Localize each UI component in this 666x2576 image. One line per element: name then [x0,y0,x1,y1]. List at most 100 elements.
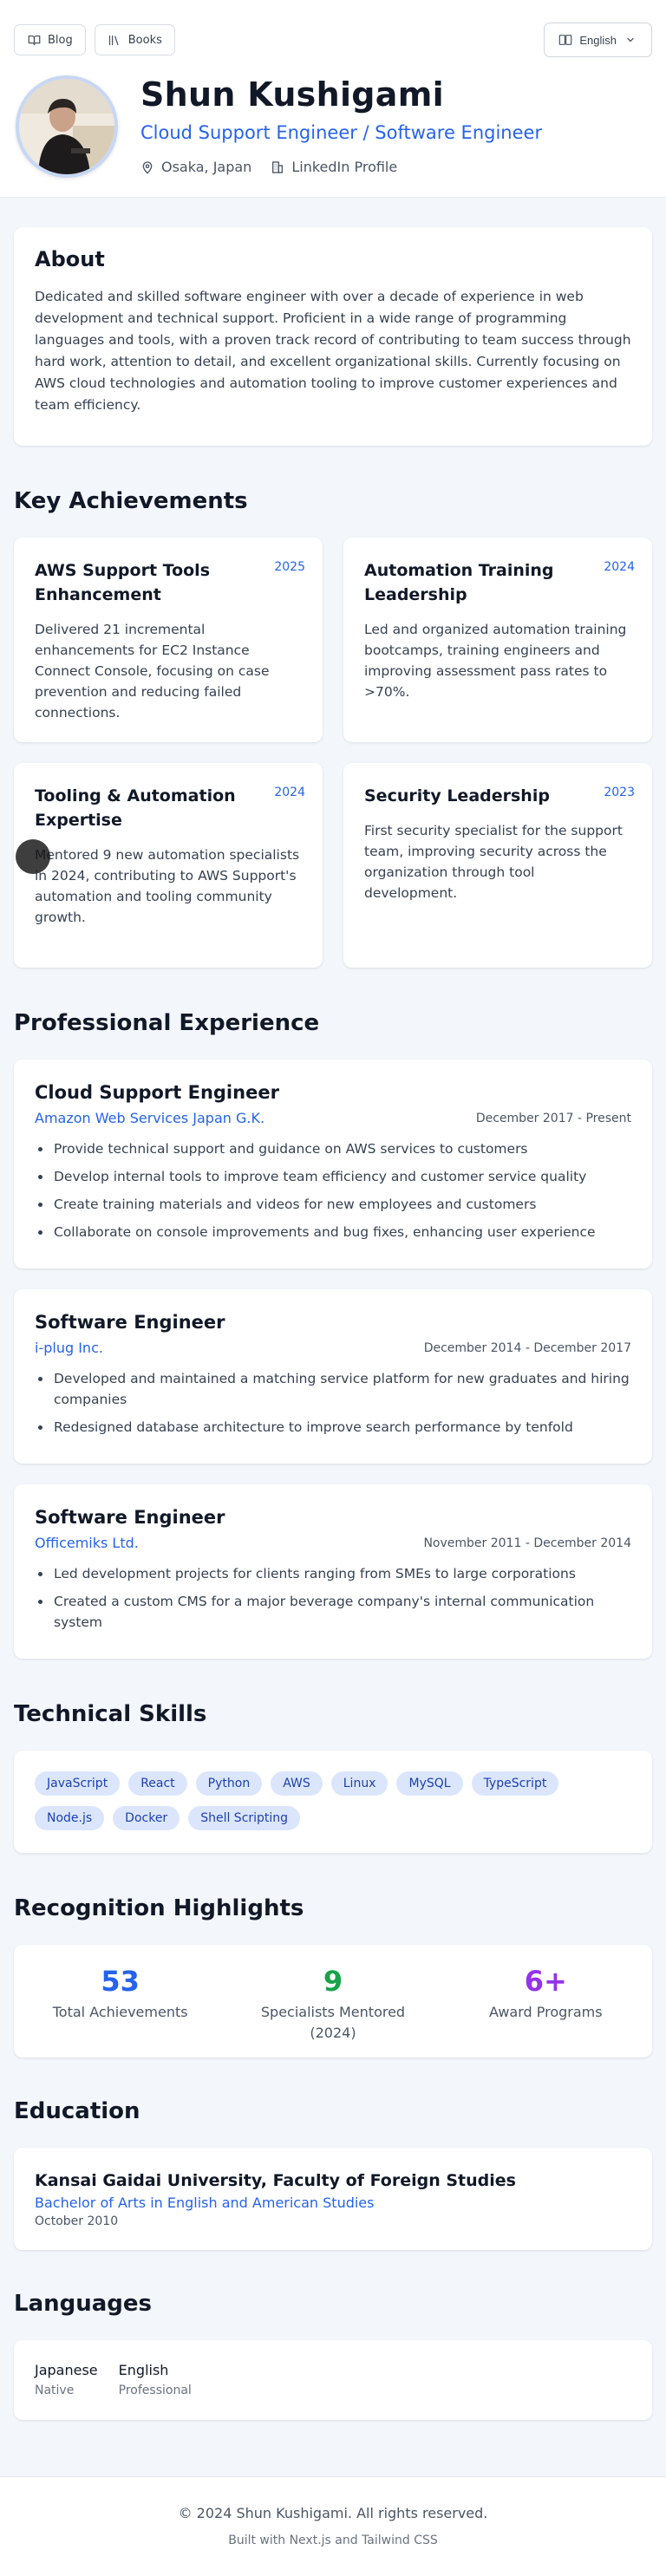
achievements-grid: AWS Support Tools Enhancement 2025 Deliv… [14,538,652,968]
building-icon [271,160,284,174]
languages-title: Languages [14,2291,153,2317]
achievement-card: AWS Support Tools Enhancement 2025 Deliv… [14,538,323,742]
experience-bullets: Led development projects for clients ran… [35,1563,631,1633]
profile: Shun Kushigami Cloud Support Engineer / … [16,75,542,178]
skill-tag: Node.js [35,1806,105,1830]
location: Osaka, Japan [140,159,251,175]
experience-meta: i-plug Inc. December 2014 - December 201… [35,1340,631,1356]
experience-card: Software Engineer i-plug Inc. December 2… [14,1289,652,1464]
footer-copyright: © 2024 Shun Kushigami. All rights reserv… [178,2505,488,2521]
language-select[interactable]: English [544,23,652,57]
stat-total-achievements: 53 Total Achievements [34,1966,207,2023]
experience-meta: Officemiks Ltd. November 2011 - December… [35,1535,631,1551]
profile-name: Shun Kushigami [140,75,444,114]
achievement-card: Tooling & Automation Expertise 2024 Ment… [14,763,323,968]
about-text: Dedicated and skilled software engineer … [35,289,631,413]
skill-tag: Shell Scripting [188,1806,301,1830]
experience-role: Software Engineer [35,1312,225,1333]
language-level: Professional [118,2384,192,2397]
experience-bullet: Led development projects for clients ran… [35,1563,631,1584]
education-degree: Bachelor of Arts in English and American… [35,2194,375,2211]
chevron-down-icon [624,33,637,47]
recognition-stats: 53 Total Achievements 9 Specialists Ment… [14,1945,652,2058]
achievement-year: 2024 [274,786,305,799]
achievements-section: Key Achievements AWS Support Tools Enhan… [14,487,652,968]
experience-bullets: Provide technical support and guidance o… [35,1138,631,1242]
location-text: Osaka, Japan [161,159,252,175]
floating-cursor-dot [16,839,50,874]
footer-built-with: Built with Next.js and Tailwind CSS [228,2534,438,2547]
experience-bullet: Created a custom CMS for a major beverag… [35,1591,631,1633]
experience-meta: Amazon Web Services Japan G.K. December … [35,1110,631,1126]
skills-section: Technical Skills JavaScript React Python… [14,1700,652,1853]
achievement-desc: First security specialist for the suppor… [364,823,623,901]
recognition-section: Recognition Highlights 53 Total Achievem… [14,1895,652,2058]
skills-card: JavaScript React Python AWS Linux MySQL … [14,1751,652,1853]
skill-tag: Python [195,1771,263,1796]
books-button[interactable]: Books [94,24,175,55]
achievement-title: AWS Support Tools Enhancement [35,561,211,604]
stat-value: 9 [323,1965,343,1998]
skills-title: Technical Skills [14,1701,207,1727]
experience-bullet: Develop internal tools to improve team e… [35,1166,631,1187]
experience-role: Cloud Support Engineer [35,1082,279,1103]
profile-text: Shun Kushigami Cloud Support Engineer / … [140,75,542,175]
experience-dates: December 2014 - December 2017 [423,1340,631,1355]
avatar [16,75,118,178]
stat-value: 53 [101,1965,140,1998]
profile-meta: Osaka, Japan LinkedIn Profile [140,159,542,175]
education-card: Kansai Gaidai University, Faculty of For… [14,2148,652,2250]
achievement-title: Automation Training Leadership [364,561,554,604]
top-nav: Blog Books English [14,23,652,57]
stat-award-programs: 6+ Award Programs [459,1966,632,2023]
experience-company: Amazon Web Services Japan G.K. [35,1110,265,1126]
stat-label: Award Programs [489,2004,603,2020]
experience-title: Professional Experience [14,1010,320,1036]
experience-dates: November 2011 - December 2014 [423,1536,631,1550]
linkedin-label: LinkedIn Profile [291,159,398,175]
experience-bullets: Developed and maintained a matching serv… [35,1368,631,1438]
skills-list: JavaScript React Python AWS Linux MySQL … [35,1771,631,1830]
experience-section: Professional Experience Cloud Support En… [14,1009,652,1659]
book-open-icon [27,33,41,47]
nav-links: Blog Books [14,24,175,55]
achievements-title: Key Achievements [14,488,248,514]
main-content: About Dedicated and skilled software eng… [14,227,652,2420]
achievement-year: 2024 [604,560,635,574]
experience-bullet: Collaborate on console improvements and … [35,1222,631,1242]
experience-bullet: Create training materials and videos for… [35,1194,631,1215]
recognition-title: Recognition Highlights [14,1895,304,1921]
books-label: Books [127,33,162,47]
resume-page: Blog Books English Shun Kushigami Cloud … [0,0,666,2576]
about-section: About Dedicated and skilled software eng… [14,227,652,446]
header: Blog Books English Shun Kushigami Cloud … [0,0,666,198]
linkedin-link[interactable]: LinkedIn Profile [271,159,397,175]
languages-section: Languages Japanese Native English Profes… [14,2290,652,2420]
skill-tag: AWS [271,1771,323,1796]
profile-role: Cloud Support Engineer / Software Engine… [140,122,543,143]
language-icon [558,33,572,47]
achievement-desc: Mentored 9 new automation specialists in… [35,847,300,925]
skill-tag: Linux [330,1771,388,1796]
experience-card: Software Engineer Officemiks Ltd. Novemb… [14,1484,652,1659]
language-item: English Professional [119,2361,192,2399]
experience-bullet: Redesigned database architecture to impr… [35,1417,631,1438]
experience-company: Officemiks Ltd. [35,1535,139,1551]
stat-specialists-mentored: 9 Specialists Mentored (2024) [246,1966,420,2044]
stat-label: Specialists Mentored (2024) [260,2004,406,2041]
achievement-desc: Led and organized automation training bo… [364,622,627,700]
language-name: Japanese [35,2362,98,2378]
blog-button[interactable]: Blog [14,24,86,55]
skill-tag: React [128,1771,187,1796]
achievement-year: 2025 [274,560,305,574]
language-label: English [579,33,617,47]
experience-bullet: Developed and maintained a matching serv… [35,1368,631,1410]
education-title: Education [14,2098,140,2124]
experience-card: Cloud Support Engineer Amazon Web Servic… [14,1060,652,1268]
achievement-card: Security Leadership 2023 First security … [343,763,652,968]
language-name: English [118,2362,169,2378]
footer: © 2024 Shun Kushigami. All rights reserv… [0,2476,666,2576]
education-date: October 2010 [35,2214,119,2228]
achievement-card: Automation Training Leadership 2024 Led … [343,538,652,742]
languages-card: Japanese Native English Professional [14,2340,652,2420]
